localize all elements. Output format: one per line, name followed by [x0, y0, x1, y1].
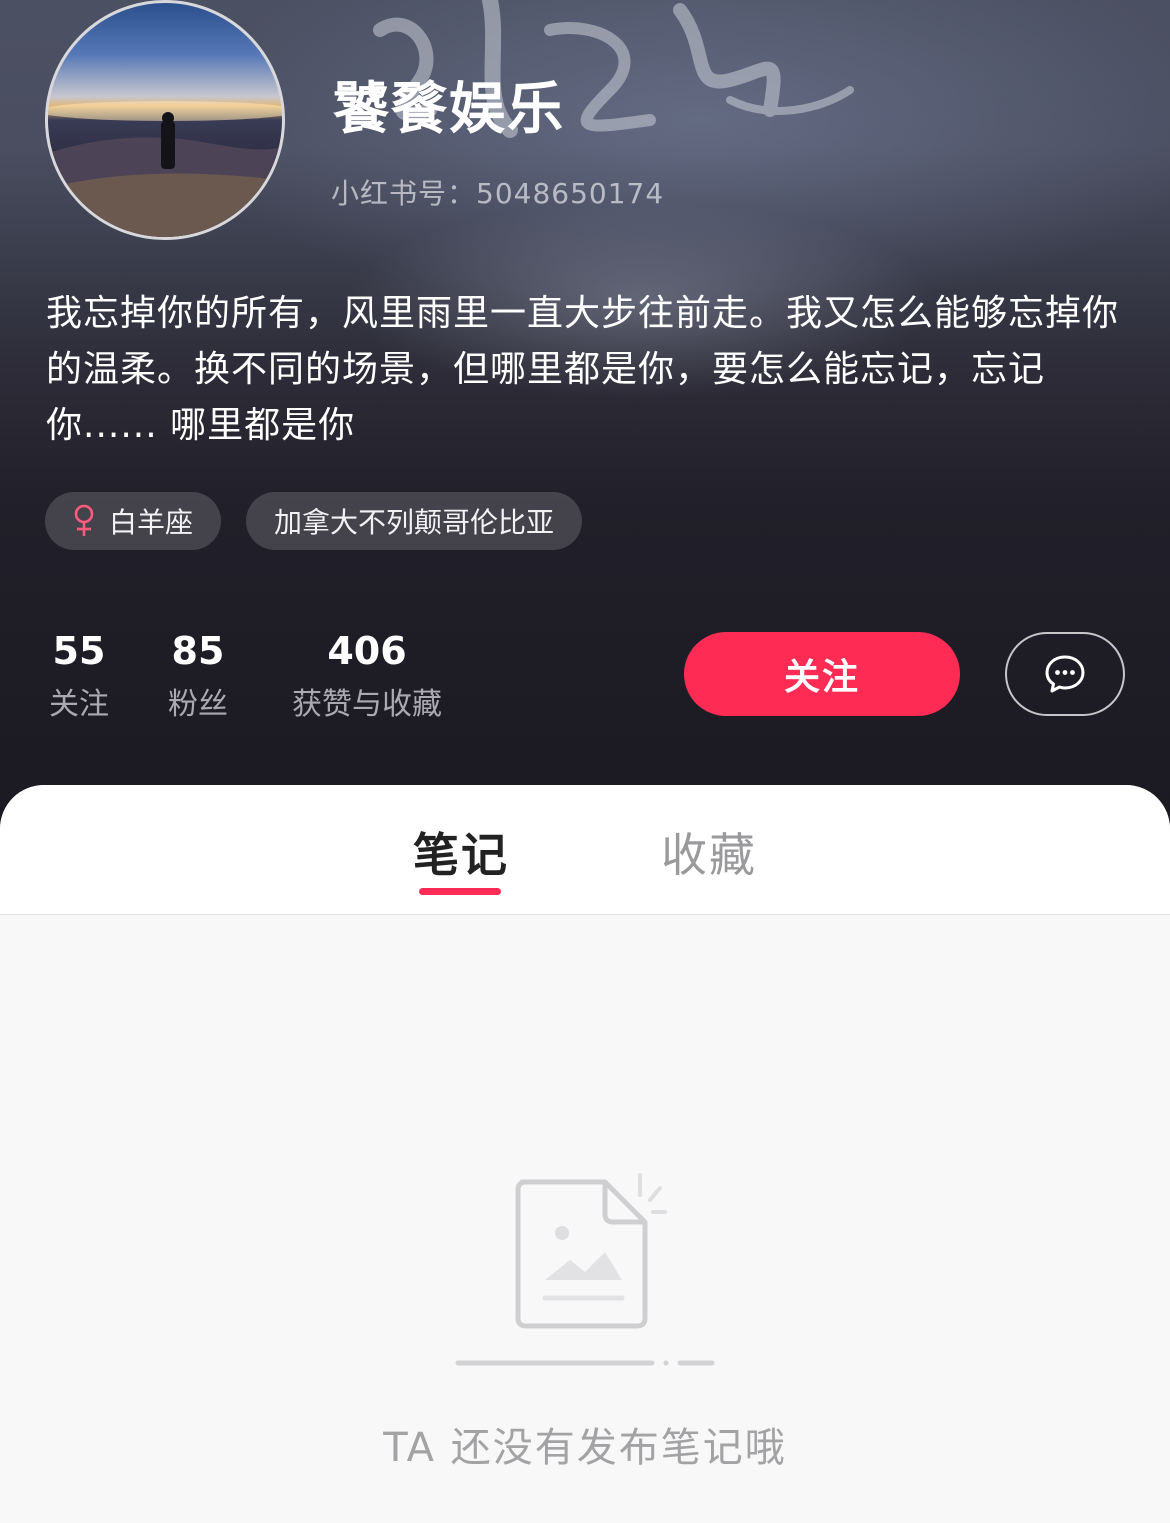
- tag-location-label: 加拿大不列颠哥伦比亚: [274, 506, 555, 539]
- tag-zodiac-label: 白羊座: [109, 506, 194, 539]
- profile-page: 饕餮娱乐 小红书号：5048650174 我忘掉你的所有，风里雨里一直大步往前走…: [0, 0, 1170, 1523]
- chat-bubble-icon: [1045, 655, 1085, 693]
- message-button[interactable]: [1005, 632, 1125, 716]
- profile-tags: 白羊座 加拿大不列颠哥伦比亚: [45, 492, 583, 550]
- empty-document-icon: [455, 1173, 715, 1366]
- stat-following[interactable]: 55 关注: [45, 626, 113, 730]
- stat-likes-label: 获赞与收藏: [292, 687, 442, 722]
- stat-followers-label: 粉丝: [168, 687, 228, 722]
- stat-likes[interactable]: 406 获赞与收藏: [283, 626, 451, 730]
- stat-followers[interactable]: 85 粉丝: [163, 626, 233, 730]
- avatar-figure-icon: [48, 101, 282, 237]
- tag-location: 加拿大不列颠哥伦比亚: [246, 492, 583, 550]
- tab-notes[interactable]: 笔记: [413, 819, 509, 885]
- active-tab-indicator: [419, 888, 501, 895]
- stat-followers-value: 85: [171, 629, 225, 673]
- female-icon: [74, 504, 94, 536]
- profile-bio: 我忘掉你的所有，风里雨里一直大步往前走。我又怎么能够忘掉你的温柔。换不同的场景，…: [46, 293, 1120, 446]
- stat-following-label: 关注: [49, 687, 109, 722]
- empty-state-message: TA 还没有发布笔记哦: [383, 1425, 787, 1471]
- tab-bar: 笔记 收藏: [0, 785, 1170, 915]
- profile-id[interactable]: 小红书号：5048650174: [331, 172, 664, 212]
- tab-collections[interactable]: 收藏: [661, 819, 757, 885]
- stat-likes-value: 406: [327, 629, 407, 673]
- stat-following-value: 55: [52, 629, 106, 673]
- profile-name: 饕餮娱乐: [333, 77, 565, 142]
- follow-button[interactable]: 关注: [684, 632, 960, 716]
- content-sheet: 笔记 收藏 TA 还没有发布笔记哦: [0, 785, 1170, 1523]
- avatar[interactable]: [45, 0, 285, 240]
- tag-zodiac: 白羊座: [45, 492, 222, 550]
